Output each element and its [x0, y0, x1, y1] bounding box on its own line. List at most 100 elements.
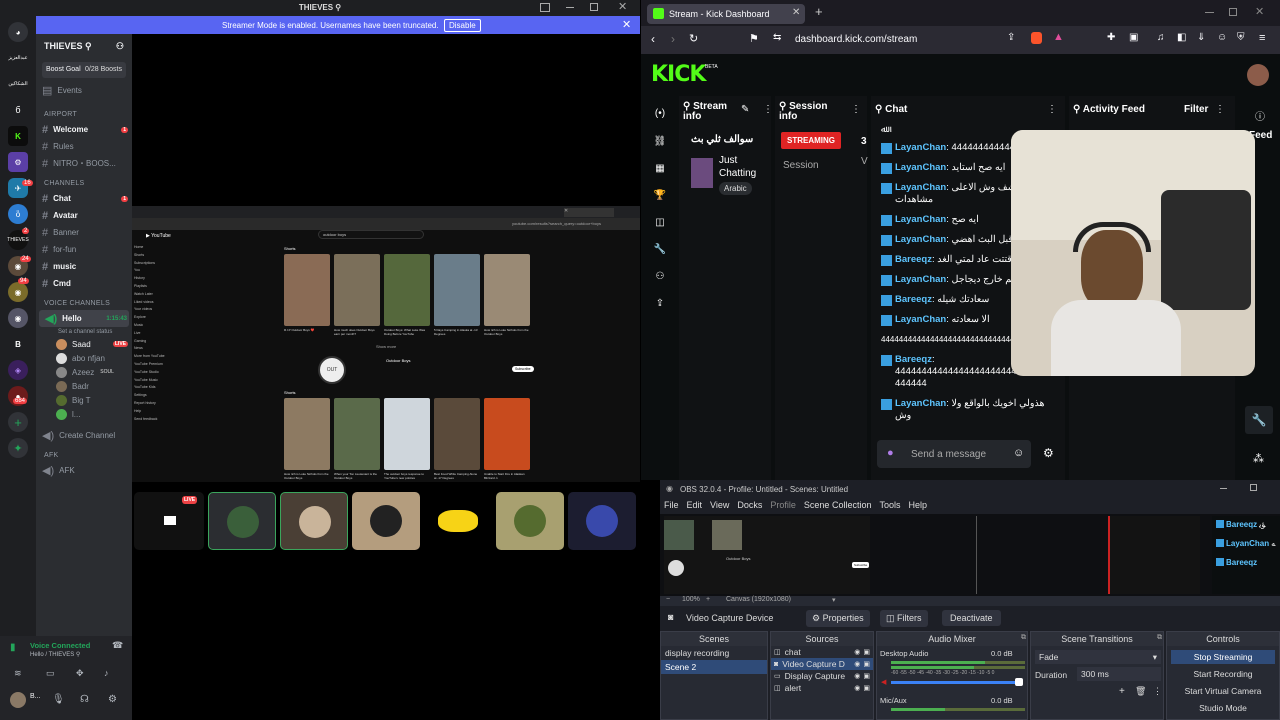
chat-username[interactable]: LayanChan: [895, 274, 946, 285]
forward-icon[interactable]: ›: [671, 32, 675, 46]
volume-slider-handle[interactable]: [1015, 678, 1023, 686]
category-channels[interactable]: CHANNELS: [36, 172, 132, 190]
voice-user[interactable]: Saad LIVE: [36, 337, 132, 351]
scene-item-selected[interactable]: Scene 2: [661, 660, 767, 674]
kick-logo[interactable]: KICK: [651, 62, 706, 87]
category-name[interactable]: Just Chatting: [719, 154, 769, 180]
back-icon[interactable]: ‹: [651, 32, 655, 46]
reload-icon[interactable]: ↻: [689, 32, 698, 45]
mic-icon[interactable]: ●: [887, 447, 894, 459]
voice-channel-hello[interactable]: ◀) Hello 1:15:43: [39, 310, 129, 327]
server-icon[interactable]: عبدالعزيز: [8, 48, 28, 68]
chat-username[interactable]: LayanChan: [895, 162, 946, 173]
category-airport[interactable]: Airport: [36, 103, 132, 121]
chat-message[interactable]: LayanChan: هذولي اخويك بالواقع ولا وش: [881, 398, 1061, 422]
zoom-in-icon[interactable]: +: [706, 596, 710, 603]
voice-status[interactable]: Set a channel status: [36, 327, 132, 337]
canvas-size[interactable]: Canvas (1920x1080): [726, 596, 791, 603]
visibility-eye-icon[interactable]: ◉: [854, 660, 860, 668]
activities-icon[interactable]: ✥: [76, 668, 84, 679]
obs-menu-item[interactable]: Scene Collection: [804, 500, 872, 514]
deactivate-button[interactable]: Deactivate: [942, 610, 1001, 626]
zoom-value[interactable]: 100%: [682, 596, 700, 603]
filter-button[interactable]: Filter: [1184, 104, 1208, 115]
banner-close-icon[interactable]: ✕: [622, 18, 631, 31]
server-icon[interactable]: ◉: [8, 282, 28, 302]
visibility-eye-icon[interactable]: ◉: [854, 648, 860, 656]
remove-transition-icon[interactable]: 🗑: [1135, 686, 1146, 697]
studio-mode-button[interactable]: Studio Mode: [1171, 701, 1275, 715]
chat-username[interactable]: Bareeqz: [895, 354, 932, 365]
chat-username[interactable]: LayanChan: [895, 314, 946, 325]
discord-home-icon[interactable]: ◕: [8, 22, 28, 42]
channel-avatar[interactable]: # Avatar: [36, 207, 132, 224]
channel-nitro[interactable]: # NITRO・BOOS...: [36, 155, 132, 172]
screenshot-icon[interactable]: ▣: [1129, 32, 1138, 43]
transition-menu-icon[interactable]: ⋮: [1153, 686, 1162, 697]
drag-icon[interactable]: ⚲: [875, 104, 885, 115]
voice-user[interactable]: l...: [36, 407, 132, 421]
edit-icon[interactable]: ✎: [741, 104, 749, 115]
chat-username[interactable]: LayanChan: [895, 142, 946, 153]
lock-icon[interactable]: ▣: [863, 648, 870, 656]
channel-for-fun[interactable]: # for-fun: [36, 241, 132, 258]
disable-button[interactable]: Disable: [444, 19, 481, 32]
rewards-icon[interactable]: ▲: [1053, 31, 1064, 43]
wrench-icon[interactable]: 🔧: [1245, 406, 1273, 434]
close-icon[interactable]: ✕: [618, 0, 627, 13]
avatar[interactable]: [10, 692, 26, 708]
dock-options-icon[interactable]: ⧉: [1021, 634, 1026, 642]
more-icon[interactable]: ⋮: [1047, 104, 1057, 115]
info-icon[interactable]: ⓘ: [1255, 108, 1265, 123]
mute-icon[interactable]: ◀: [881, 678, 886, 686]
zoom-out-icon[interactable]: −: [666, 596, 670, 603]
server-icon[interactable]: б: [8, 100, 28, 120]
sidebar-icon[interactable]: ◧: [1177, 32, 1186, 43]
more-icon[interactable]: ⋮: [1215, 104, 1225, 115]
start-virtual-camera-button[interactable]: Start Virtual Camera: [1171, 684, 1275, 698]
server-icon[interactable]: الشكاكين: [8, 74, 28, 94]
create-channel-button[interactable]: ◀) Create Channel: [36, 427, 132, 444]
category-voice[interactable]: VOICE CHANNELS: [36, 292, 132, 310]
link-icon[interactable]: ⛓: [649, 128, 671, 155]
boost-goal[interactable]: Boost Goal 0/28 Boosts: [42, 62, 126, 78]
more-icon[interactable]: ⋮: [851, 104, 861, 115]
minimize-icon[interactable]: [1205, 12, 1214, 13]
bookmark-icon[interactable]: ⚑: [749, 32, 759, 45]
dock-options-icon[interactable]: ⧉: [1157, 634, 1162, 642]
source-item[interactable]: ◙ Video Capture D ◉ ▣: [771, 658, 873, 670]
scene-item[interactable]: display recording: [661, 646, 767, 660]
source-item[interactable]: ▭ Display Capture ◉ ▣: [771, 670, 873, 682]
filters-button[interactable]: ◫ Filters: [880, 610, 928, 627]
inbox-icon[interactable]: [540, 3, 550, 12]
voice-user[interactable]: Badr: [36, 379, 132, 393]
menu-icon[interactable]: ≡: [1259, 32, 1265, 44]
channel-chat[interactable]: # Chat 1: [36, 190, 132, 207]
more-icon[interactable]: ⋮: [763, 104, 773, 115]
stop-streaming-button[interactable]: Stop Streaming: [1171, 650, 1275, 664]
channel-banner[interactable]: # Banner: [36, 224, 132, 241]
canvas-dropdown-icon[interactable]: ▾: [832, 596, 836, 604]
chat-input[interactable]: ● Send a message ☺: [877, 440, 1031, 468]
stream-nav-icon[interactable]: (•): [649, 100, 671, 128]
participant-tile[interactable]: [208, 492, 276, 550]
source-item[interactable]: ◫ chat ◉ ▣: [771, 646, 873, 658]
source-item[interactable]: ◫ alert ◉ ▣: [771, 682, 873, 694]
channel-music[interactable]: # music: [36, 258, 132, 275]
headphones-icon[interactable]: ☊: [80, 694, 89, 705]
server-icon[interactable]: ◉: [8, 308, 28, 328]
category-afk[interactable]: AFK: [36, 444, 132, 462]
minimize-icon[interactable]: [566, 7, 574, 8]
chat-username[interactable]: Bareeqz: [895, 254, 932, 265]
noise-suppression-icon[interactable]: ≋: [14, 668, 22, 679]
obs-menu-item[interactable]: Tools: [879, 500, 900, 514]
screen-share-icon[interactable]: ▭: [46, 668, 55, 679]
chat-username[interactable]: LayanChan: [895, 398, 946, 409]
share-icon[interactable]: ⇪: [1007, 32, 1015, 43]
minimize-icon[interactable]: [1220, 488, 1227, 489]
channel-afk[interactable]: ◀) AFK: [36, 462, 132, 479]
lock-icon[interactable]: ▣: [863, 660, 870, 668]
users-icon[interactable]: ⚇: [649, 263, 671, 290]
server-icon[interactable]: ὃ: [8, 204, 28, 224]
upload-icon[interactable]: ⇪: [649, 290, 671, 317]
